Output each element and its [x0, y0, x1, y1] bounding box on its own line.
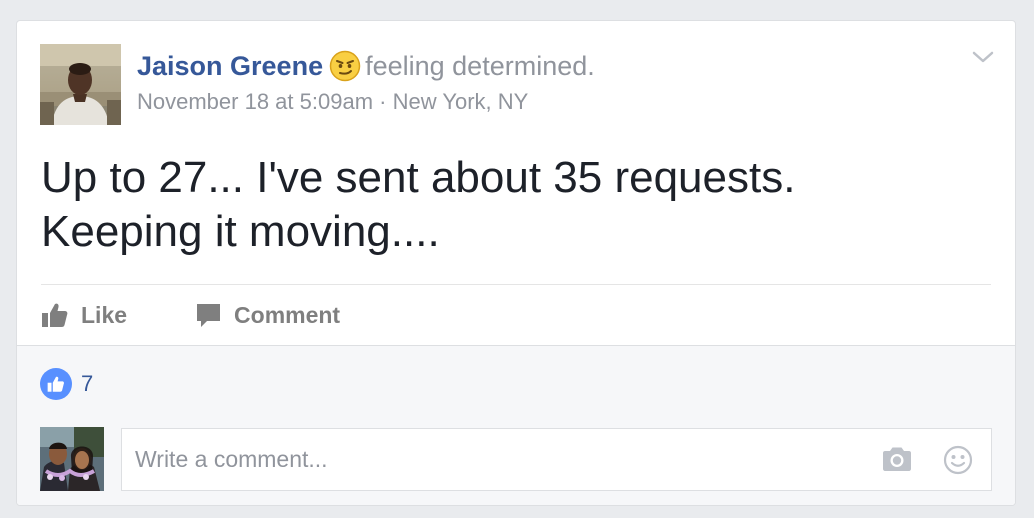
post-header: Jaison Greene feeling determined. — [137, 47, 595, 85]
post-location[interactable]: New York, NY — [393, 89, 529, 114]
author-avatar[interactable] — [40, 44, 121, 125]
viewer-avatar[interactable] — [40, 427, 104, 491]
camera-icon[interactable] — [881, 445, 913, 478]
post-timestamp[interactable]: November 18 at 5:09am — [137, 89, 373, 114]
author-name[interactable]: Jaison Greene — [137, 47, 323, 85]
comment-label: Comment — [234, 301, 341, 328]
like-label: Like — [81, 301, 128, 328]
thumbs-up-icon — [42, 303, 68, 327]
speech-bubble-icon — [197, 304, 221, 327]
smiley-icon[interactable] — [943, 445, 973, 480]
determined-emoji-icon — [329, 50, 361, 82]
comment-button[interactable]: Comment — [195, 301, 340, 329]
like-count: 7 — [81, 371, 94, 396]
author-photo — [40, 44, 121, 125]
post-text-line-1: Up to 27... I've sent about 35 requests. — [41, 153, 796, 202]
like-button[interactable]: Like — [41, 301, 127, 329]
post-text-line-2: Keeping it moving.... — [41, 207, 440, 256]
post-footer: 7 — [17, 345, 1015, 505]
chevron-down-icon[interactable] — [969, 47, 997, 67]
like-summary[interactable]: 7 — [40, 368, 93, 400]
post-card: Jaison Greene feeling determined. Novemb… — [16, 20, 1016, 506]
meta-separator: · — [379, 89, 387, 114]
comment-composer[interactable] — [121, 428, 992, 491]
divider — [41, 284, 991, 285]
like-reaction-icon — [40, 368, 72, 400]
post-actions: Like Comment — [41, 295, 340, 335]
comment-input[interactable] — [133, 445, 837, 474]
feeling-text: feeling determined. — [365, 51, 595, 81]
viewer-photo — [40, 427, 104, 491]
post-body: Up to 27... I've sent about 35 requests.… — [41, 151, 981, 259]
post-meta: November 18 at 5:09am · New York, NY — [137, 87, 528, 117]
